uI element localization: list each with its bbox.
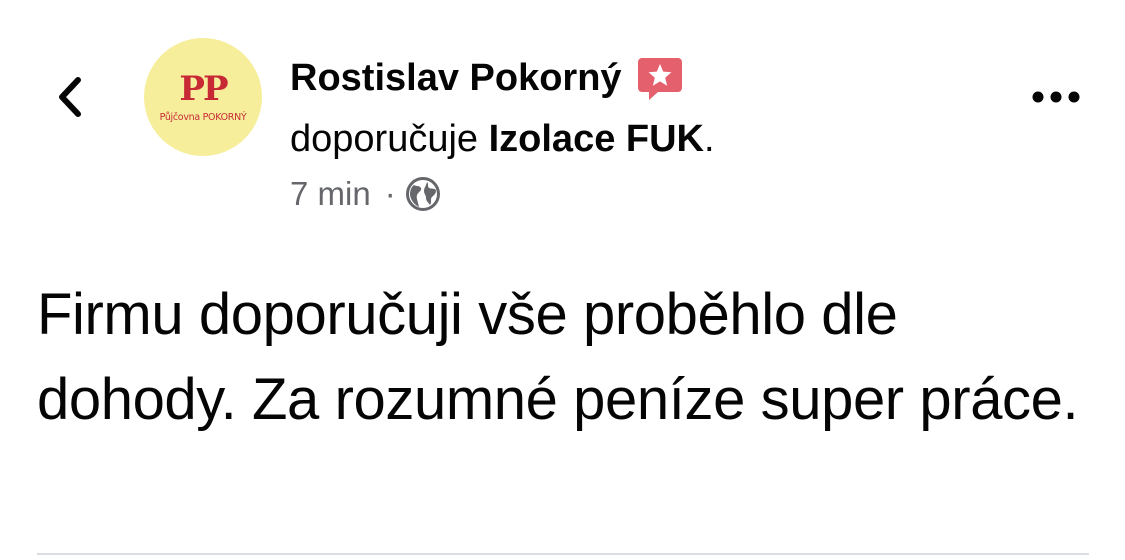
chevron-left-icon bbox=[59, 77, 81, 117]
avatar[interactable]: PP Půjčovna POKORNÝ bbox=[144, 38, 262, 156]
back-button[interactable] bbox=[48, 70, 92, 124]
recommendation-line: doporučuje Izolace FUK. bbox=[290, 114, 715, 164]
meta-separator: · bbox=[384, 175, 396, 212]
recommend-punctuation: . bbox=[704, 118, 715, 160]
divider bbox=[37, 553, 1089, 555]
post-meta: 7 min · bbox=[290, 174, 715, 214]
post-body-text: Firmu doporučuji vše proběhlo dle dohody… bbox=[37, 282, 1079, 432]
author-name[interactable]: Rostislav Pokorný bbox=[290, 54, 622, 102]
author-line: Rostislav Pokorný bbox=[290, 52, 715, 104]
post-timestamp[interactable]: 7 min bbox=[290, 174, 371, 214]
recommended-page-link[interactable]: Izolace FUK bbox=[489, 118, 704, 160]
post-header: Rostislav Pokorný doporučuje Izolace FUK… bbox=[290, 52, 715, 214]
more-horizontal-icon bbox=[1032, 91, 1080, 103]
avatar-logo-caption: Půjčovna POKORNÝ bbox=[159, 112, 247, 123]
star-speech-bubble-icon bbox=[637, 58, 682, 100]
recommend-verb: doporučuje bbox=[290, 118, 479, 160]
globe-icon[interactable] bbox=[405, 176, 441, 212]
more-options-button[interactable] bbox=[1026, 82, 1086, 112]
avatar-logo-text: PP bbox=[179, 69, 228, 109]
